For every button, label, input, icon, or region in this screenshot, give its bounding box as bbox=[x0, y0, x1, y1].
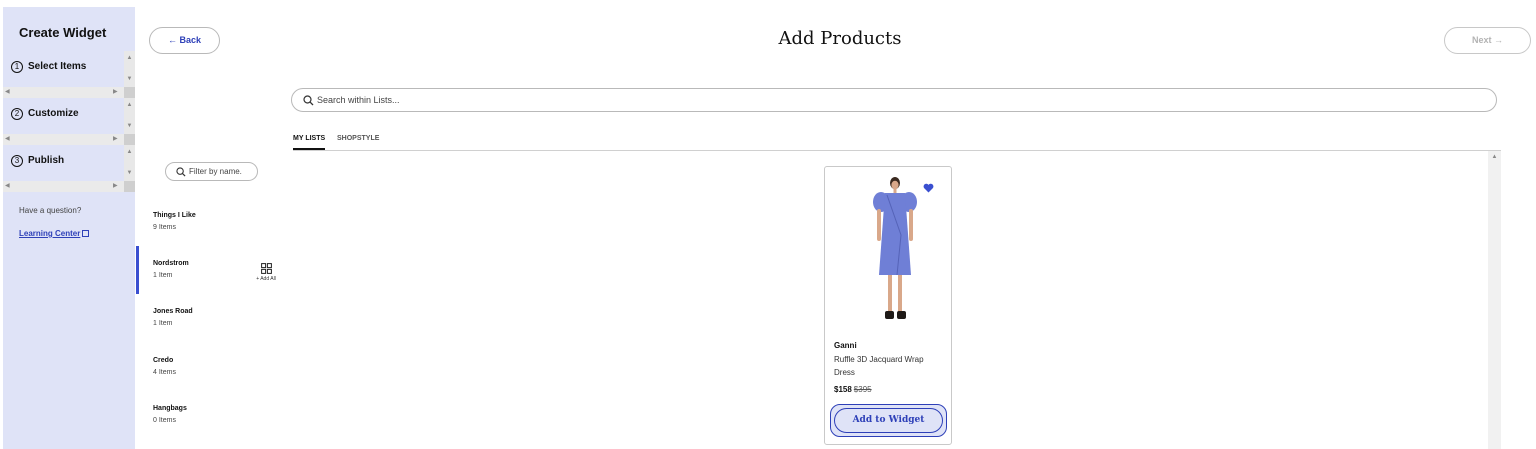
scrollbar-corner bbox=[124, 181, 135, 192]
scroll-right-icon[interactable]: ▶ bbox=[113, 87, 118, 98]
next-button[interactable]: Next → bbox=[1444, 27, 1531, 54]
search-icon bbox=[303, 95, 314, 106]
scroll-left-icon[interactable]: ◀ bbox=[5, 181, 10, 192]
add-to-widget-button[interactable]: Add to Widget bbox=[830, 404, 947, 437]
step-horizontal-scrollbar[interactable]: ◀ ▶ bbox=[3, 134, 135, 145]
scroll-up-icon[interactable]: ▲ bbox=[1488, 154, 1501, 160]
search-bar[interactable] bbox=[291, 88, 1497, 112]
list-count: 1 Item bbox=[153, 320, 173, 327]
step-number: 2 bbox=[11, 108, 23, 120]
product-price: $158 $395 bbox=[834, 385, 872, 394]
step-vertical-scrollbar[interactable]: ▲ ▼ bbox=[124, 145, 135, 181]
list-item-credo[interactable]: Credo 4 Items bbox=[136, 357, 286, 397]
list-name: Credo bbox=[153, 357, 174, 364]
tab-my-lists[interactable]: MY LISTS bbox=[293, 135, 325, 142]
list-count: 9 Items bbox=[153, 224, 176, 231]
scroll-right-icon[interactable]: ▶ bbox=[113, 134, 118, 145]
learning-center-link[interactable]: Learning Center bbox=[19, 229, 90, 238]
step-customize[interactable]: 2 Customize ▲ ▼ bbox=[3, 98, 135, 134]
search-input[interactable] bbox=[317, 92, 917, 108]
original-price: $395 bbox=[853, 385, 872, 394]
tab-divider bbox=[293, 150, 1501, 151]
step-publish[interactable]: 3 Publish ▲ ▼ bbox=[3, 145, 135, 181]
product-card[interactable]: Ganni Ruffle 3D Jacquard Wrap Dress $158… bbox=[824, 166, 952, 445]
list-count: 1 Item bbox=[153, 272, 173, 279]
favorite-heart-icon[interactable] bbox=[923, 183, 934, 193]
search-icon bbox=[176, 167, 186, 177]
step-vertical-scrollbar[interactable]: ▲ ▼ bbox=[124, 51, 135, 87]
list-count: 4 Items bbox=[153, 369, 176, 376]
scroll-left-icon[interactable]: ◀ bbox=[5, 134, 10, 145]
scroll-right-icon[interactable]: ▶ bbox=[113, 181, 118, 192]
step-label: Customize bbox=[28, 108, 79, 119]
add-to-widget-label: Add to Widget bbox=[834, 408, 943, 433]
add-all-button[interactable]: + Add All bbox=[253, 263, 279, 282]
product-name: Ruffle 3D Jacquard Wrap Dress bbox=[834, 355, 924, 377]
learning-center-label: Learning Center bbox=[19, 229, 81, 238]
products-scrollbar[interactable]: ▲ bbox=[1488, 151, 1501, 449]
list-count: 0 Items bbox=[153, 417, 176, 424]
scrollbar-corner bbox=[124, 87, 135, 98]
list-name: Jones Road bbox=[153, 308, 193, 315]
add-all-label: + Add All bbox=[256, 276, 276, 282]
list-name: Nordstrom bbox=[153, 260, 189, 267]
tab-shopstyle[interactable]: SHOPSTYLE bbox=[337, 135, 379, 142]
step-vertical-scrollbar[interactable]: ▲ ▼ bbox=[124, 98, 135, 134]
step-horizontal-scrollbar[interactable]: ◀ ▶ bbox=[3, 87, 135, 98]
list-name: Hangbags bbox=[153, 405, 187, 412]
scroll-left-icon[interactable]: ◀ bbox=[5, 87, 10, 98]
step-label: Select Items bbox=[28, 61, 87, 72]
step-number: 1 bbox=[11, 61, 23, 73]
step-horizontal-scrollbar[interactable]: ◀ ▶ bbox=[3, 181, 135, 192]
scroll-up-icon[interactable]: ▲ bbox=[124, 54, 135, 62]
grid-icon bbox=[260, 263, 272, 274]
list-item-jones-road[interactable]: Jones Road 1 Item bbox=[136, 308, 286, 348]
scroll-up-icon[interactable]: ▲ bbox=[124, 101, 135, 109]
scroll-down-icon[interactable]: ▼ bbox=[124, 75, 135, 83]
step-label: Publish bbox=[28, 155, 65, 166]
step-number: 3 bbox=[11, 155, 23, 167]
external-link-icon bbox=[82, 230, 90, 237]
product-image bbox=[873, 177, 917, 319]
filter-input[interactable] bbox=[189, 165, 255, 178]
scroll-down-icon[interactable]: ▼ bbox=[124, 122, 135, 130]
scrollbar-corner bbox=[124, 134, 135, 145]
list-item-hangbags[interactable]: Hangbags 0 Items bbox=[136, 405, 286, 445]
sale-price: $158 bbox=[834, 385, 852, 394]
list-name: Things I Like bbox=[153, 212, 196, 219]
help-question: Have a question? bbox=[19, 206, 82, 215]
page-title: Add Products bbox=[778, 28, 902, 49]
scroll-up-icon[interactable]: ▲ bbox=[124, 148, 135, 156]
sidebar: Create Widget 1 Select Items ▲ ▼ ◀ ▶ 2 C… bbox=[3, 7, 135, 449]
step-select-items[interactable]: 1 Select Items ▲ ▼ bbox=[3, 51, 135, 87]
scroll-down-icon[interactable]: ▼ bbox=[124, 169, 135, 177]
filter-field[interactable] bbox=[165, 162, 258, 181]
product-brand: Ganni bbox=[834, 341, 857, 350]
